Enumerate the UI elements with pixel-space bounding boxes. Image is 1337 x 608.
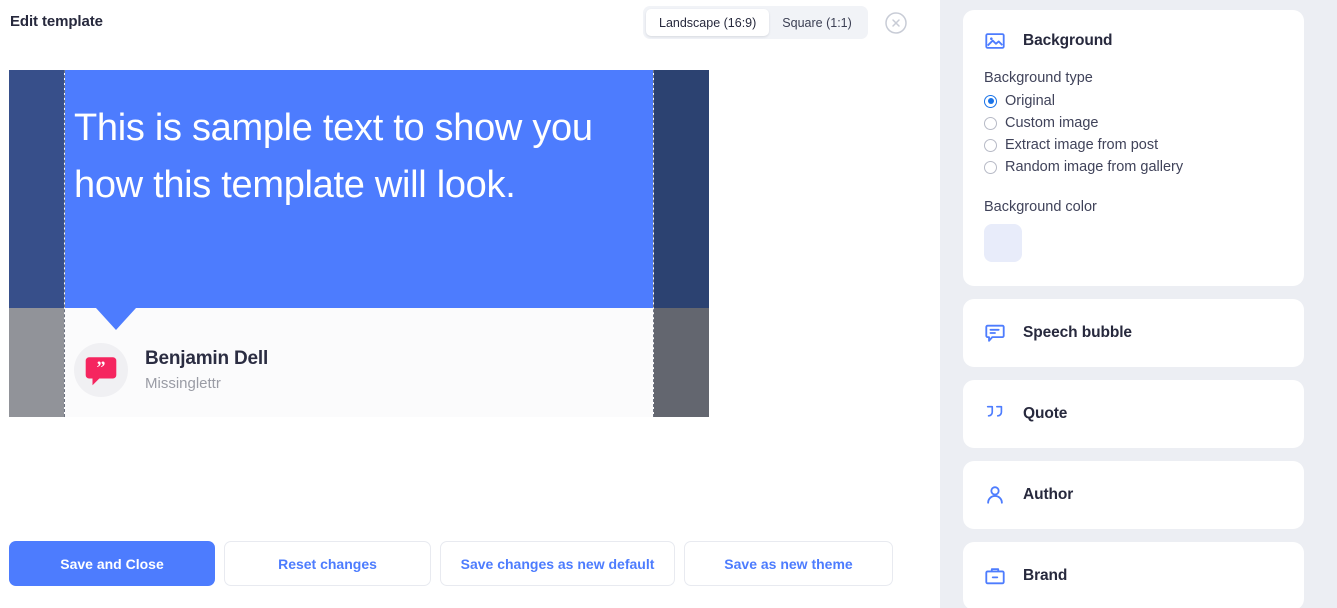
radio-random-image-icon[interactable] bbox=[984, 160, 997, 174]
avatar[interactable]: ” bbox=[74, 342, 128, 397]
settings-sidebar: Background Background type Original Cust… bbox=[940, 0, 1337, 608]
left-margin-bottom-band bbox=[9, 308, 64, 417]
template-preview-canvas[interactable]: This is sample text to show you how this… bbox=[9, 70, 709, 417]
radio-extract-image-label: Extract image from post bbox=[1005, 137, 1159, 153]
radio-option-random-image[interactable]: Random image from gallery bbox=[984, 159, 1283, 175]
radio-custom-image-icon[interactable] bbox=[984, 116, 997, 130]
save-as-new-default-button[interactable]: Save changes as new default bbox=[440, 541, 675, 586]
panel-brand[interactable]: Brand bbox=[963, 542, 1304, 608]
background-color-label: Background color bbox=[984, 199, 1097, 215]
template-card[interactable]: This is sample text to show you how this… bbox=[64, 70, 654, 417]
close-icon[interactable] bbox=[884, 11, 908, 35]
panel-background-title: Background bbox=[1023, 32, 1113, 49]
editor-header: Edit template Landscape (16:9) Square (1… bbox=[0, 0, 940, 45]
briefcase-icon bbox=[984, 565, 1006, 587]
radio-option-extract-image[interactable]: Extract image from post bbox=[984, 137, 1283, 153]
radio-original-label: Original bbox=[1005, 93, 1055, 109]
aspect-option-square[interactable]: Square (1:1) bbox=[769, 9, 864, 36]
panel-speech-bubble-title: Speech bubble bbox=[1023, 324, 1132, 341]
panel-author-title: Author bbox=[1023, 486, 1074, 503]
speech-bubble-icon bbox=[984, 322, 1006, 344]
reset-changes-button[interactable]: Reset changes bbox=[224, 541, 431, 586]
speech-bubble-tail-icon bbox=[96, 308, 136, 330]
radio-original-icon[interactable] bbox=[984, 94, 997, 108]
panel-author[interactable]: Author bbox=[963, 461, 1304, 529]
background-type-label: Background type bbox=[984, 70, 1093, 86]
panel-background[interactable]: Background Background type Original Cust… bbox=[963, 10, 1304, 286]
panel-quote-header[interactable]: Quote bbox=[963, 380, 1304, 448]
image-icon bbox=[984, 30, 1006, 52]
footer-actions: Save and Close Reset changes Save change… bbox=[9, 541, 893, 586]
save-as-new-theme-button[interactable]: Save as new theme bbox=[684, 541, 893, 586]
radio-custom-image-label: Custom image bbox=[1005, 115, 1099, 131]
save-and-close-button[interactable]: Save and Close bbox=[9, 541, 215, 586]
panel-author-header[interactable]: Author bbox=[963, 461, 1304, 529]
speech-bubble-region[interactable]: This is sample text to show you how this… bbox=[65, 70, 653, 308]
author-subtitle[interactable]: Missinglettr bbox=[145, 375, 268, 392]
right-margin-bottom-band bbox=[654, 308, 709, 417]
left-margin-top-band bbox=[9, 70, 64, 308]
page-title: Edit template bbox=[10, 13, 103, 30]
panel-background-header[interactable]: Background bbox=[963, 10, 1304, 52]
radio-extract-image-icon[interactable] bbox=[984, 138, 997, 152]
author-region[interactable]: ” Benjamin Dell Missinglettr bbox=[65, 308, 653, 417]
panel-brand-title: Brand bbox=[1023, 567, 1068, 584]
panel-background-body: Background type Original Custom image Ex… bbox=[963, 52, 1304, 286]
template-editor-app: Edit template Landscape (16:9) Square (1… bbox=[0, 0, 1337, 608]
quote-bubble-avatar-icon: ” bbox=[85, 356, 117, 385]
radio-option-original[interactable]: Original bbox=[984, 93, 1283, 109]
svg-text:”: ” bbox=[97, 357, 106, 377]
radio-random-image-label: Random image from gallery bbox=[1005, 159, 1184, 175]
author-meta: Benjamin Dell Missinglettr bbox=[145, 348, 268, 392]
quote-text[interactable]: This is sample text to show you how this… bbox=[74, 100, 625, 214]
author-name[interactable]: Benjamin Dell bbox=[145, 348, 268, 370]
panel-speech-bubble[interactable]: Speech bubble bbox=[963, 299, 1304, 367]
panel-quote-title: Quote bbox=[1023, 405, 1068, 422]
quote-marks-icon bbox=[984, 403, 1006, 425]
radio-option-custom-image[interactable]: Custom image bbox=[984, 115, 1283, 131]
panel-brand-header[interactable]: Brand bbox=[963, 542, 1304, 608]
person-icon bbox=[984, 484, 1006, 506]
editor-pane: Edit template Landscape (16:9) Square (1… bbox=[0, 0, 940, 608]
canvas-left-margin bbox=[9, 70, 64, 417]
panel-quote[interactable]: Quote bbox=[963, 380, 1304, 448]
right-margin-top-band bbox=[654, 70, 709, 308]
background-color-swatch[interactable] bbox=[984, 224, 1022, 262]
panel-speech-bubble-header[interactable]: Speech bubble bbox=[963, 299, 1304, 367]
aspect-ratio-toggle-group: Landscape (16:9) Square (1:1) bbox=[643, 6, 868, 39]
aspect-option-landscape[interactable]: Landscape (16:9) bbox=[646, 9, 770, 36]
canvas-right-margin bbox=[654, 70, 709, 417]
